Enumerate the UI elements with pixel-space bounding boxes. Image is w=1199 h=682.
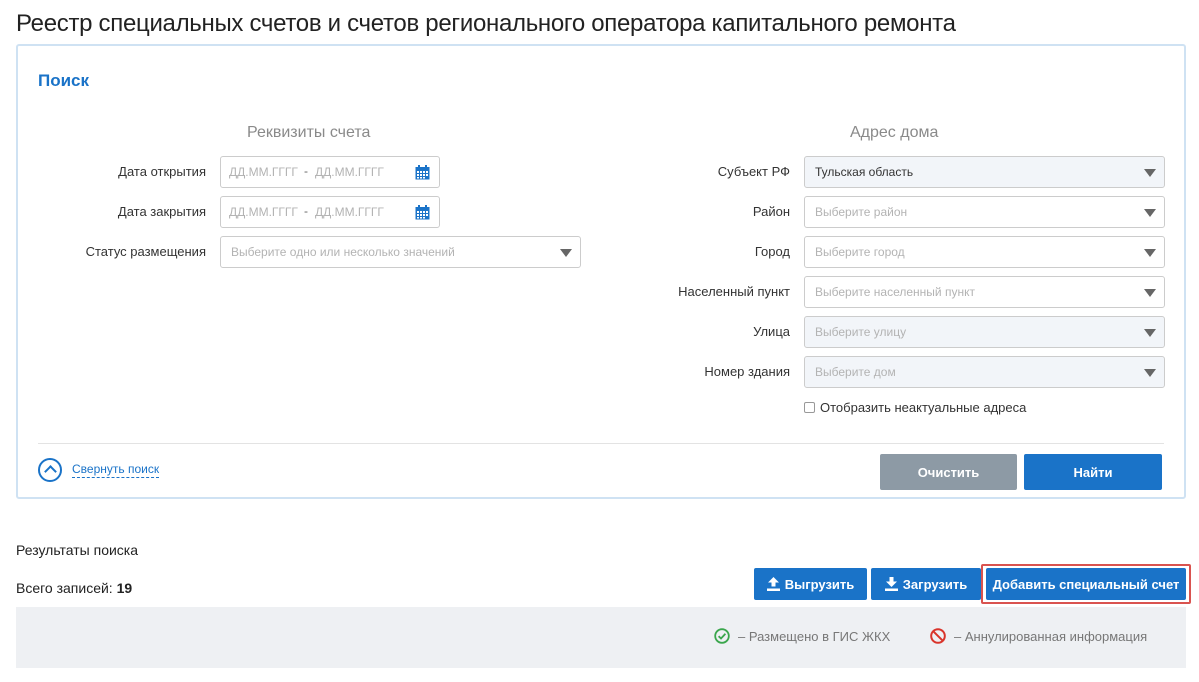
region-label: Субъект РФ <box>717 164 790 179</box>
show-outdated-checkbox[interactable] <box>804 402 815 413</box>
chevron-down-icon[interactable] <box>1144 329 1156 337</box>
search-panel-title: Поиск <box>38 71 90 90</box>
close-date-range[interactable]: ДД.ММ.ГГГГ - ДД.ММ.ГГГГ <box>220 196 440 228</box>
open-date-from[interactable]: ДД.ММ.ГГГГ <box>229 165 298 179</box>
city-select[interactable]: Выберите город <box>804 236 1165 268</box>
street-select[interactable]: Выберите улицу <box>804 316 1165 348</box>
collapse-search[interactable]: Свернуть поиск <box>38 458 160 482</box>
find-button[interactable]: Найти <box>1024 454 1162 490</box>
city-label: Город <box>754 244 790 259</box>
chevron-down-icon[interactable] <box>1144 369 1156 377</box>
show-outdated-label[interactable]: Отобразить неактуальные адреса <box>820 400 1026 415</box>
house-address-heading: Адрес дома <box>850 124 939 141</box>
street-placeholder: Выберите улицу <box>815 325 907 339</box>
district-label: Район <box>752 204 790 219</box>
region-select[interactable]: Тульская область <box>804 156 1165 188</box>
chevron-down-icon[interactable] <box>1144 209 1156 217</box>
add-special-account-button[interactable]: Добавить специальный счет <box>986 568 1186 600</box>
district-select[interactable]: Выберите район <box>804 196 1165 228</box>
open-date-label: Дата открытия <box>118 164 206 179</box>
settlement-placeholder: Выберите населенный пункт <box>815 285 975 299</box>
download-icon <box>884 577 898 591</box>
city-placeholder: Выберите город <box>815 245 905 259</box>
placement-status-placeholder: Выберите одно или несколько значений <box>231 245 455 259</box>
account-details-heading: Реквизиты счета <box>247 124 371 141</box>
building-placeholder: Выберите дом <box>815 365 896 379</box>
search-panel: Поиск Реквизиты счета Адрес дома Дата от… <box>16 44 1186 499</box>
divider <box>38 443 1164 444</box>
chevron-down-icon[interactable] <box>1144 289 1156 297</box>
close-date-from[interactable]: ДД.ММ.ГГГГ <box>229 205 298 219</box>
open-date-range[interactable]: ДД.ММ.ГГГГ - ДД.ММ.ГГГГ <box>220 156 440 188</box>
legend-cancelled: – Аннулированная информация <box>930 628 1147 644</box>
region-value: Тульская область <box>815 165 914 179</box>
show-outdated-row[interactable]: Отобразить неактуальные адреса <box>804 400 1026 415</box>
legend-bar: – Размещено в ГИС ЖКХ – Аннулированная и… <box>16 607 1186 668</box>
legend-cancelled-text: – Аннулированная информация <box>954 628 1148 644</box>
street-label: Улица <box>753 324 790 339</box>
calendar-icon[interactable] <box>415 205 430 220</box>
collapse-search-link[interactable]: Свернуть поиск <box>72 462 160 478</box>
placement-status-select[interactable]: Выберите одно или несколько значений <box>220 236 581 268</box>
upload-icon <box>766 577 780 591</box>
import-label: Загрузить <box>902 576 968 592</box>
check-circle-icon <box>714 628 730 644</box>
import-button[interactable]: Загрузить <box>871 568 981 600</box>
open-date-to[interactable]: ДД.ММ.ГГГГ <box>315 165 384 179</box>
building-label: Номер здания <box>704 364 790 379</box>
settlement-label: Населенный пункт <box>678 284 790 299</box>
export-label: Выгрузить <box>784 576 855 592</box>
placement-status-label: Статус размещения <box>85 244 206 259</box>
open-date-separator: - <box>304 164 308 178</box>
district-placeholder: Выберите район <box>815 205 908 219</box>
close-date-separator: - <box>304 204 308 218</box>
legend-placed-text: – Размещено в ГИС ЖКХ <box>738 628 891 644</box>
export-button[interactable]: Выгрузить <box>754 568 867 600</box>
calendar-icon[interactable] <box>415 165 430 180</box>
clear-button[interactable]: Очистить <box>880 454 1017 490</box>
ban-icon <box>930 628 946 644</box>
total-records: Всего записей: 19 <box>16 580 132 596</box>
total-records-label: Всего записей: <box>16 580 113 596</box>
page-title: Реестр специальных счетов и счетов регио… <box>16 10 956 37</box>
legend-placed: – Размещено в ГИС ЖКХ <box>714 628 890 644</box>
chevron-down-icon[interactable] <box>1144 249 1156 257</box>
close-date-to[interactable]: ДД.ММ.ГГГГ <box>315 205 384 219</box>
results-title: Результаты поиска <box>16 542 139 558</box>
chevron-down-icon[interactable] <box>1144 169 1156 177</box>
total-records-count: 19 <box>116 580 133 596</box>
settlement-select[interactable]: Выберите населенный пункт <box>804 276 1165 308</box>
chevron-down-icon[interactable] <box>560 249 572 257</box>
chevron-up-icon[interactable] <box>38 458 62 482</box>
close-date-label: Дата закрытия <box>117 204 206 219</box>
building-select[interactable]: Выберите дом <box>804 356 1165 388</box>
